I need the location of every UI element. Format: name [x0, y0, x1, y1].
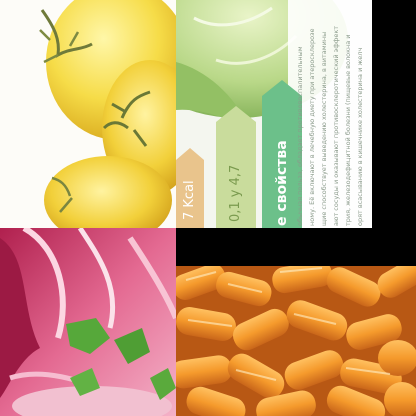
pickled-pink-cabbage-photo: [0, 228, 176, 416]
black-border: [176, 228, 416, 266]
yellow-tomatoes-illustration: [0, 0, 176, 228]
properties-label: е свойства: [274, 140, 290, 226]
image-collage: 7 Kcal 0,1 у 4,7 е свойства обычная поль…: [0, 0, 416, 416]
macro-label: 0,1 у 4,7: [228, 164, 243, 222]
paragraph-line: трия, железодефицитной болезни (пищевые …: [344, 34, 352, 226]
carrot-sticks-illustration: [176, 266, 416, 416]
carrot-sticks-photo: [176, 266, 416, 416]
yellow-tomatoes-photo: [0, 0, 176, 228]
paragraph-line: орят всасыванию в кишечнике холестерина …: [356, 47, 364, 226]
cabbage-nutrition-card-photo: 7 Kcal 0,1 у 4,7 е свойства обычная поль…: [176, 0, 372, 228]
pink-cabbage-illustration: [0, 228, 176, 416]
black-border: [372, 0, 416, 228]
paragraph-line: щие способствует выведению холестерина, …: [320, 31, 328, 226]
kcal-label: 7 Kcal: [182, 180, 197, 220]
paragraph-line: обычная польза, обладает противовоспалит…: [296, 46, 304, 226]
paragraph-line: ают сосуды и оказывают противосклеротиче…: [332, 25, 340, 226]
paragraph-line: ному. Её включают в лечебную диету при а…: [308, 28, 316, 226]
